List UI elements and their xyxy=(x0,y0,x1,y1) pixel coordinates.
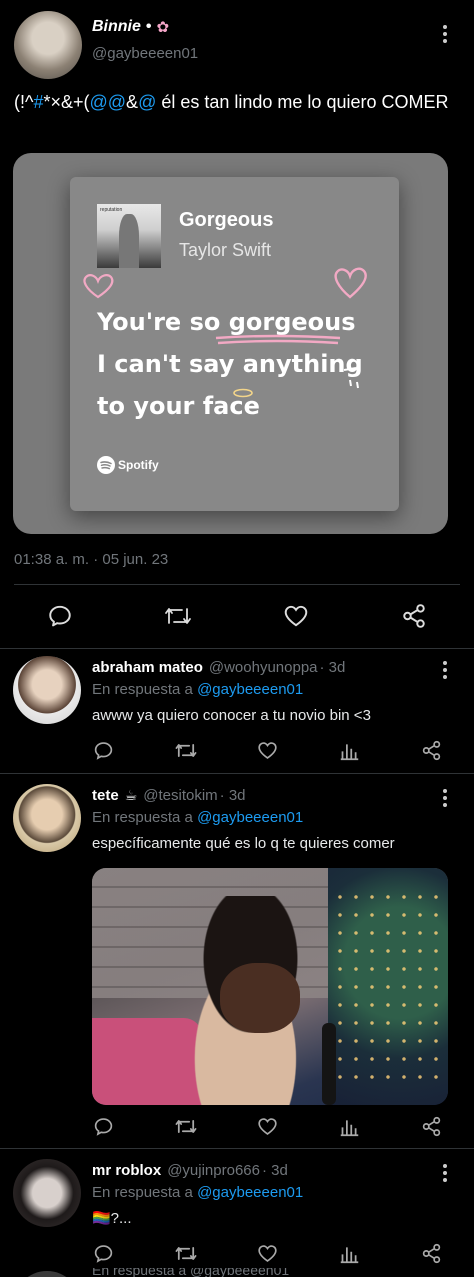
tweet-image[interactable]: reputation Gorgeous Taylor Swift You're … xyxy=(13,153,448,534)
reply-to-link[interactable]: @gaybeeeen01 xyxy=(197,1184,303,1201)
lyric-line-2: I can't say anything xyxy=(97,350,363,378)
retweet-icon[interactable] xyxy=(163,603,193,629)
cherry-blossom-icon: ✿ xyxy=(156,19,170,36)
reply-text: específicamente qué es lo q te quieres c… xyxy=(92,835,395,852)
time: · 3d xyxy=(219,787,246,804)
heart-doodle-left xyxy=(83,274,114,299)
reply-to-link[interactable]: @gaybeeeen01 xyxy=(197,681,303,698)
halo-doodle xyxy=(233,388,253,398)
share-icon[interactable] xyxy=(421,1243,442,1264)
handle[interactable]: @yujinpro666 xyxy=(167,1162,260,1179)
reply-icon[interactable] xyxy=(93,740,114,761)
avatar[interactable] xyxy=(13,784,81,852)
more-icon[interactable] xyxy=(442,788,448,808)
share-icon[interactable] xyxy=(421,740,442,761)
like-icon[interactable] xyxy=(257,1116,278,1137)
reply-text: awww ya quiero conocer a tu novio bin <3 xyxy=(92,707,371,724)
coffee-icon: ☕ xyxy=(124,787,138,803)
timestamp[interactable]: 01:38 a. m. · 05 jun. 23 xyxy=(14,551,168,568)
retweet-icon[interactable] xyxy=(174,1116,198,1137)
heart-doodle-right xyxy=(334,267,367,299)
display-name[interactable]: abraham mateo xyxy=(92,659,203,676)
spotify-icon xyxy=(97,456,115,474)
time: · 3d xyxy=(319,659,346,676)
handle[interactable]: @tesitokim xyxy=(143,787,217,804)
more-icon[interactable] xyxy=(442,660,448,680)
retweet-icon[interactable] xyxy=(174,1243,198,1264)
display-name[interactable]: mr roblox xyxy=(92,1162,161,1179)
share-icon[interactable] xyxy=(421,1116,442,1137)
share-icon[interactable] xyxy=(401,603,427,629)
reply-media-image[interactable] xyxy=(92,868,448,1105)
display-name[interactable]: tete xyxy=(92,787,119,804)
more-icon[interactable] xyxy=(442,1163,448,1183)
reply-to-link[interactable]: @gaybeeeen01 xyxy=(197,809,303,826)
avatar[interactable] xyxy=(13,656,81,724)
handle[interactable]: @gaybeeeen01 xyxy=(92,45,198,62)
song-title: Gorgeous xyxy=(179,209,274,231)
cut-off-reply-label: En respuesta a @gaybeeeen01 xyxy=(92,1268,290,1277)
avatar[interactable] xyxy=(13,1159,81,1227)
handle[interactable]: @woohyunoppa xyxy=(209,659,318,676)
reply-icon[interactable] xyxy=(93,1243,114,1264)
like-icon[interactable] xyxy=(257,740,278,761)
avatar[interactable] xyxy=(14,11,82,79)
sparkle-doodle xyxy=(343,367,359,389)
album-cover: reputation xyxy=(97,204,161,268)
reply-icon[interactable] xyxy=(93,1116,114,1137)
spotify-lyrics-card: reputation Gorgeous Taylor Swift You're … xyxy=(70,177,399,511)
more-icon[interactable] xyxy=(442,24,450,44)
artist-name: Taylor Swift xyxy=(179,240,272,260)
reply-icon[interactable] xyxy=(47,603,73,629)
avatar[interactable] xyxy=(13,1271,81,1277)
like-icon[interactable] xyxy=(257,1243,278,1264)
reply-text: 🏳️‍🌈?... xyxy=(92,1210,132,1227)
reply-label: En respuesta a xyxy=(92,1184,193,1201)
reply-label: En respuesta a xyxy=(92,809,193,826)
views-icon[interactable] xyxy=(339,740,360,761)
like-icon[interactable] xyxy=(283,603,309,629)
reply-label: En respuesta a xyxy=(92,681,193,698)
views-icon[interactable] xyxy=(339,1243,360,1264)
name-separator: • xyxy=(145,18,152,35)
tweet-text: (!^#*×&+(@@&@ él es tan lindo me lo quie… xyxy=(14,92,449,112)
retweet-icon[interactable] xyxy=(174,740,198,761)
spotify-logo: Spotify xyxy=(97,456,159,474)
display-name[interactable]: Binnie xyxy=(92,18,141,36)
views-icon[interactable] xyxy=(339,1116,360,1137)
time: · 3d xyxy=(261,1162,288,1179)
